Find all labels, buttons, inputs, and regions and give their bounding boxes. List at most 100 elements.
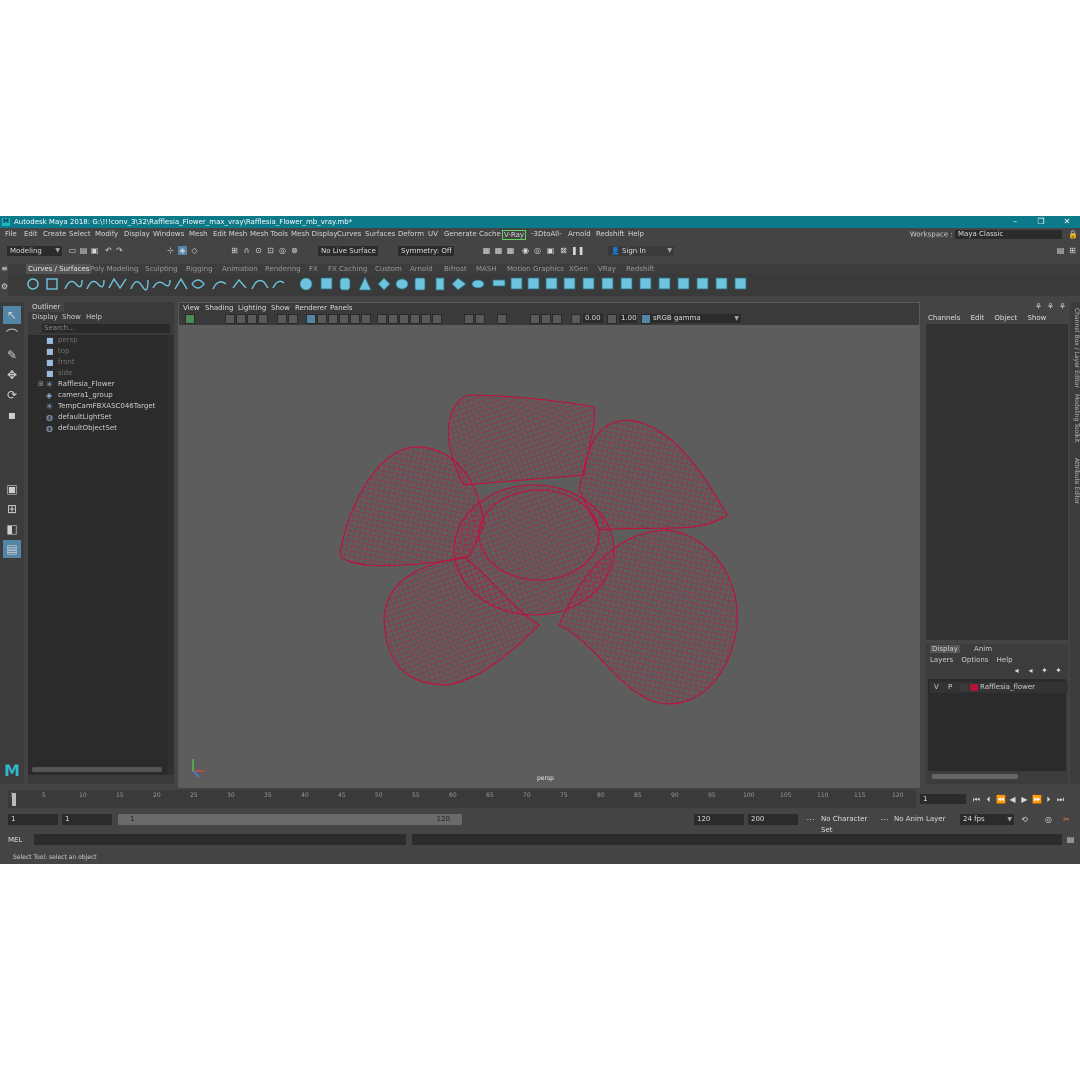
layer-visibility-toggle[interactable]: V (934, 682, 939, 693)
xray-icon[interactable] (377, 314, 387, 324)
outliner-menu-display[interactable]: Display (32, 312, 58, 323)
shelf-tab-fx-caching[interactable]: FX Caching (328, 264, 367, 274)
rotate-tool-icon[interactable]: ⟳ (3, 386, 21, 404)
new-layer-selected-icon[interactable]: ✦ (1054, 666, 1063, 675)
shelf-tab-rigging[interactable]: Rigging (186, 264, 213, 274)
render-frame-icon[interactable]: ▦ (482, 246, 491, 255)
menu-modify[interactable]: Modify (95, 228, 118, 240)
select-camera-icon[interactable] (185, 314, 195, 324)
step-forward-key-icon[interactable]: ⏵ (1044, 795, 1053, 804)
new-layer-icon[interactable]: ✦ (1040, 666, 1049, 675)
live-surface-field[interactable]: No Live Surface (318, 246, 378, 256)
close-button[interactable]: ✕ (1054, 216, 1080, 228)
select-object-icon[interactable]: ◈ (178, 246, 187, 255)
image-plane-icon[interactable] (247, 314, 257, 324)
shelf-tab-xgen[interactable]: XGen (569, 264, 588, 274)
hud-icon[interactable] (497, 314, 507, 324)
step-back-frame-icon[interactable]: ⏪ (996, 795, 1006, 804)
snap-grid-icon[interactable]: ⊞ (230, 246, 239, 255)
tool-settings-toggle-icon[interactable]: ⚘ (1058, 302, 1067, 311)
shelf-tab-vray[interactable]: VRay (598, 264, 616, 274)
layer-horizontal-scrollbar[interactable] (932, 774, 1018, 779)
show-menu[interactable]: Show (1027, 314, 1046, 322)
shelf-tab-poly-modeling[interactable]: Poly Modeling (90, 264, 138, 274)
smooth-shade-icon[interactable] (317, 314, 327, 324)
menu-mesh-display[interactable]: Mesh Display (291, 228, 337, 240)
current-frame-field[interactable]: 1 (920, 794, 966, 804)
select-hierarchy-icon[interactable]: ⊹ (166, 246, 175, 255)
menu-surfaces[interactable]: Surfaces (365, 228, 395, 240)
expand-icon[interactable]: ⊞ (38, 379, 44, 390)
render-settings-icon[interactable]: ▦ (506, 246, 515, 255)
playback-start-field[interactable]: 1 (62, 814, 112, 825)
textured-icon[interactable] (339, 314, 349, 324)
step-forward-frame-icon[interactable]: ⏩ (1032, 795, 1042, 804)
layer-row-rafflesia-flower[interactable]: V P Rafflesia_flower (930, 682, 1068, 693)
object-menu[interactable]: Object (994, 314, 1017, 322)
depth-of-field-icon[interactable] (432, 314, 442, 324)
snap-curve-icon[interactable]: ∩ (242, 246, 251, 255)
playback-end-field[interactable]: 120 (694, 814, 744, 825)
menu-edit[interactable]: Edit (24, 228, 38, 240)
layers-menu[interactable]: Layers (930, 656, 953, 664)
viewport-menu-shading[interactable]: Shading (205, 303, 233, 313)
shelf-tab-curves-surfaces[interactable]: Curves / Surfaces (26, 264, 92, 274)
go-to-start-icon[interactable]: ⏮ (972, 795, 981, 804)
exposure-icon[interactable] (571, 314, 581, 324)
shelf-tab-redshift[interactable]: Redshift (626, 264, 654, 274)
camera-attributes-icon[interactable] (225, 314, 235, 324)
resolution-gate-icon[interactable] (552, 314, 562, 324)
ipr-render-icon[interactable]: ▦ (494, 246, 503, 255)
channel-box-toggle-icon[interactable]: ⚘ (1034, 302, 1043, 311)
menu-mesh[interactable]: Mesh (189, 228, 207, 240)
menu-3dtoall[interactable]: -3DtoAll- (531, 228, 562, 240)
scale-tool-icon[interactable]: ▪ (3, 406, 21, 424)
options-menu[interactable]: Options (961, 656, 988, 664)
grid-icon[interactable] (288, 314, 298, 324)
wireframe-icon[interactable] (306, 314, 316, 324)
viewport-menu-show[interactable]: Show (271, 303, 290, 313)
select-component-icon[interactable]: ◇ (190, 246, 199, 255)
layer-type-toggle[interactable] (960, 684, 968, 691)
menu-uv[interactable]: UV (428, 228, 438, 240)
isolate-select-icon[interactable] (464, 314, 474, 324)
menu-curves[interactable]: Curves (337, 228, 361, 240)
menu-help[interactable]: Help (628, 228, 644, 240)
viewport-menu-renderer[interactable]: Renderer (295, 303, 327, 313)
menu-display[interactable]: Display (124, 228, 150, 240)
viewport-menu-lighting[interactable]: Lighting (238, 303, 266, 313)
outliner-vertical-scrollbar[interactable] (168, 335, 174, 775)
save-icon[interactable]: ▣ (90, 246, 99, 255)
attribute-editor-toggle-icon[interactable]: ⚘ (1046, 302, 1055, 311)
side-tab-modeling-toolkit[interactable]: Modeling Toolkit (1070, 394, 1080, 442)
folder-open-icon[interactable]: ▤ (79, 246, 88, 255)
screen-space-ao-icon[interactable] (399, 314, 409, 324)
stop-render-icon[interactable]: ⊠ (559, 246, 568, 255)
shelf-tab-sculpting[interactable]: Sculpting (145, 264, 178, 274)
four-view-icon[interactable]: ⊞ (3, 500, 21, 518)
bookmark-icon[interactable] (236, 314, 246, 324)
toggle-ui-icon[interactable]: ▤ (1056, 246, 1065, 255)
side-tab-channel-box[interactable]: Channel Box / Layer Editor (1070, 308, 1080, 388)
menu-arnold[interactable]: Arnold (568, 228, 591, 240)
hypershade-icon[interactable]: ◉ (521, 246, 530, 255)
fps-dropdown[interactable]: 24 fps ▼ (960, 814, 1014, 825)
viewport-menu-view[interactable]: View (183, 303, 200, 313)
menu-select[interactable]: Select (69, 228, 91, 240)
snap-live-icon[interactable]: ⊗ (290, 246, 299, 255)
menu-windows[interactable]: Windows (153, 228, 184, 240)
undo-icon[interactable]: ↶ (104, 246, 113, 255)
loop-icon[interactable]: ⟲ (1020, 815, 1029, 824)
motion-blur-icon[interactable] (410, 314, 420, 324)
menu-vray[interactable]: V-Ray (502, 230, 527, 240)
lasso-tool-icon[interactable]: ⌒ (3, 326, 21, 344)
auto-key-icon[interactable]: ◎ (1044, 815, 1053, 824)
side-tab-attribute-editor[interactable]: Attribute Editor (1070, 458, 1080, 504)
menu-file[interactable]: File (5, 228, 17, 240)
symmetry-dropdown[interactable]: Symmetry: Off (398, 246, 454, 256)
move-tool-icon[interactable]: ✥ (3, 366, 21, 384)
menu-mesh-tools[interactable]: Mesh Tools (250, 228, 288, 240)
play-backwards-icon[interactable]: ◀ (1008, 795, 1017, 804)
color-space-dropdown[interactable]: sRGB gamma ▼ (651, 314, 741, 323)
gate-mask-icon[interactable] (530, 314, 540, 324)
